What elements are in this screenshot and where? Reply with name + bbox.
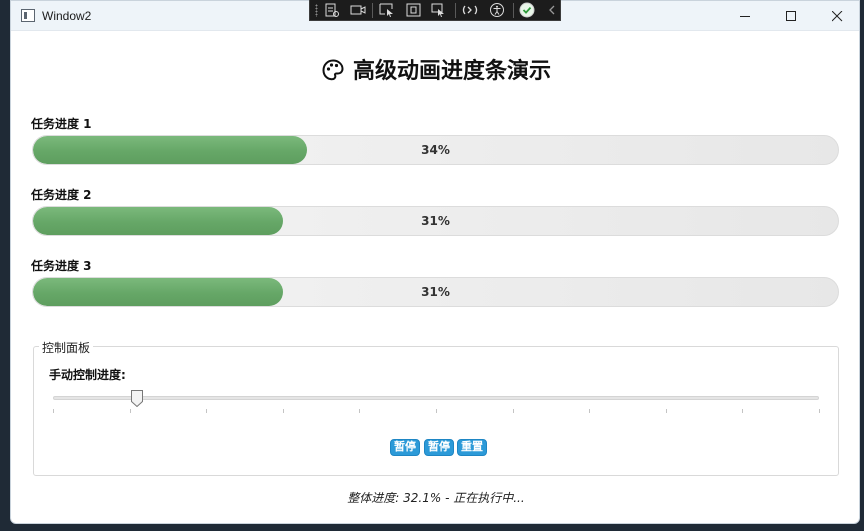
accessibility-icon[interactable] xyxy=(488,2,506,18)
task-label-1: 任务进度 1 xyxy=(31,117,92,131)
slider-tick xyxy=(436,409,437,413)
slider-tick xyxy=(53,409,54,413)
progress-bar-2: 31% xyxy=(32,206,839,236)
page-title-text: 高级动画进度条演示 xyxy=(352,59,551,84)
control-panel: 控制面板 手动控制进度: 暂停 暂停 重置 xyxy=(33,339,839,476)
close-button[interactable] xyxy=(814,1,859,31)
task-label-3: 任务进度 3 xyxy=(31,259,92,273)
live-tree-icon[interactable] xyxy=(323,2,341,18)
manual-progress-label: 手动控制进度: xyxy=(49,368,126,382)
check-icon[interactable] xyxy=(518,2,536,18)
close-icon xyxy=(832,11,843,22)
slider-tick xyxy=(589,409,591,413)
toolbar-grip-icon[interactable] xyxy=(315,4,318,17)
progress-bar-1: 34% xyxy=(32,135,839,165)
progress-bar-3: 31% xyxy=(32,277,839,307)
maximize-icon xyxy=(786,11,796,21)
app-window: Window2 高级动画进度条演示 任务进度 1 34% 任务进度 2 31% … xyxy=(10,0,860,524)
debug-toolbar xyxy=(309,0,561,21)
progress-slider-track[interactable] xyxy=(53,396,819,400)
palette-icon xyxy=(322,59,344,81)
hot-reload-icon[interactable] xyxy=(461,2,479,18)
status-text: 整体进度: 32.1% - 正在执行中... xyxy=(347,491,525,505)
minimize-icon xyxy=(740,16,750,17)
task-label-2: 任务进度 2 xyxy=(31,188,92,202)
pause-button-2[interactable]: 暂停 xyxy=(424,439,454,456)
slider-tick xyxy=(206,409,208,413)
slider-tick xyxy=(665,409,667,413)
progress-percent-1: 34% xyxy=(421,143,450,157)
select-element-icon[interactable] xyxy=(378,2,396,18)
control-panel-title: 控制面板 xyxy=(39,339,94,356)
track-focus-icon[interactable] xyxy=(430,2,448,18)
progress-percent-3: 31% xyxy=(421,285,450,299)
slider-tick xyxy=(359,409,361,413)
window-title: Window2 xyxy=(42,9,92,23)
video-camera-icon[interactable] xyxy=(349,2,367,18)
slider-tick xyxy=(129,409,131,413)
progress-slider-thumb[interactable] xyxy=(131,390,144,407)
slider-tick xyxy=(282,409,284,413)
progress-percent-2: 31% xyxy=(421,214,450,228)
slider-tick xyxy=(512,409,514,413)
minimize-button[interactable] xyxy=(722,1,768,31)
slider-tick xyxy=(819,409,820,413)
collapse-toolbar-icon[interactable] xyxy=(543,2,561,18)
maximize-button[interactable] xyxy=(768,1,814,31)
reset-button[interactable]: 重置 xyxy=(457,439,487,456)
window-icon xyxy=(21,9,35,22)
layout-adorner-icon[interactable] xyxy=(405,2,423,18)
page-title: 高级动画进度条演示 xyxy=(11,53,859,85)
pause-button-1[interactable]: 暂停 xyxy=(390,439,420,456)
slider-tick xyxy=(742,409,744,413)
